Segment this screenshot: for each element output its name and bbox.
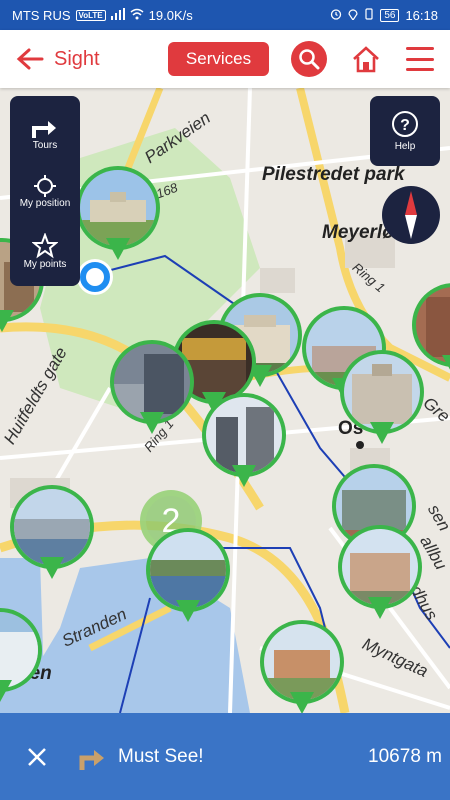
sight-photo — [80, 170, 156, 246]
my-position-label: My position — [19, 197, 71, 209]
battery-level: 56 — [380, 8, 400, 22]
help-label: Help — [394, 141, 416, 152]
services-button[interactable]: Services — [168, 42, 269, 76]
sight-marker-old-house[interactable] — [338, 525, 422, 625]
wifi-icon — [130, 8, 144, 23]
route-icon — [32, 120, 56, 138]
tours-label: Tours — [32, 139, 58, 151]
current-location-dot[interactable] — [80, 262, 110, 292]
clock: 16:18 — [405, 7, 438, 23]
menu-button[interactable] — [404, 43, 436, 75]
compass-button[interactable] — [382, 186, 440, 244]
sight-marker-royal-palace[interactable] — [76, 166, 160, 266]
status-bar: MTS RUS VoLTE 19.0K/s 56 16:18 — [0, 0, 450, 30]
sight-photo — [264, 624, 340, 700]
close-icon — [28, 747, 46, 766]
volte-badge: VoLTE — [75, 9, 106, 21]
sight-photo — [342, 529, 418, 605]
vibrate-icon — [364, 7, 374, 23]
search-icon — [299, 49, 320, 70]
sight-photo — [150, 532, 226, 608]
map-tools-panel: Tours My position My points — [10, 96, 80, 286]
signal-icon — [110, 7, 125, 23]
tour-name: Must See! — [118, 745, 204, 767]
star-icon — [32, 232, 58, 258]
sight-photo — [14, 489, 90, 565]
help-button[interactable]: ? Help — [370, 96, 440, 166]
svg-text:?: ? — [400, 117, 410, 134]
back-button[interactable] — [12, 41, 48, 77]
location-icon — [348, 8, 358, 23]
search-button[interactable] — [291, 41, 327, 77]
active-tour-bar: Must See! 10678 m — [0, 713, 450, 800]
sight-marker-akershus-fortress[interactable] — [260, 620, 344, 713]
close-tour-button[interactable] — [24, 744, 50, 770]
menu-icon-bar — [406, 57, 434, 61]
sight-marker-fjord-view[interactable] — [146, 528, 230, 628]
sight-marker-opera[interactable] — [0, 608, 42, 708]
question-icon: ? — [392, 111, 418, 137]
arrow-left-icon — [16, 48, 44, 70]
sight-photo — [114, 344, 190, 420]
my-points-button[interactable]: My points — [10, 222, 80, 280]
page-title: Sight — [54, 47, 100, 70]
sight-marker-modern-building[interactable] — [110, 340, 194, 440]
menu-icon-bar — [406, 47, 434, 50]
place-label-pilestredet-park: Pilestredet park — [262, 164, 405, 185]
sight-photo — [344, 354, 420, 430]
app-bar: Sight Services — [0, 30, 450, 88]
home-icon — [353, 46, 379, 73]
sight-marker-stock-exchange[interactable] — [340, 350, 424, 450]
sight-photo — [0, 612, 38, 688]
my-points-label: My points — [23, 258, 67, 270]
tours-button[interactable]: Tours — [10, 104, 80, 162]
my-position-button[interactable]: My position — [10, 162, 80, 220]
sight-marker-tower-block[interactable] — [202, 393, 286, 493]
network-speed: 19.0K/s — [148, 7, 193, 23]
tour-distance: 10678 m — [368, 745, 442, 767]
sight-marker-harbour[interactable] — [10, 485, 94, 585]
carrier-name: MTS RUS — [12, 7, 71, 23]
home-button[interactable] — [348, 41, 384, 77]
route-icon — [79, 749, 104, 770]
menu-icon-bar — [406, 68, 434, 71]
alarm-icon — [330, 8, 342, 23]
sight-photo — [206, 397, 282, 473]
crosshair-icon — [34, 174, 56, 197]
compass-icon — [405, 191, 417, 239]
